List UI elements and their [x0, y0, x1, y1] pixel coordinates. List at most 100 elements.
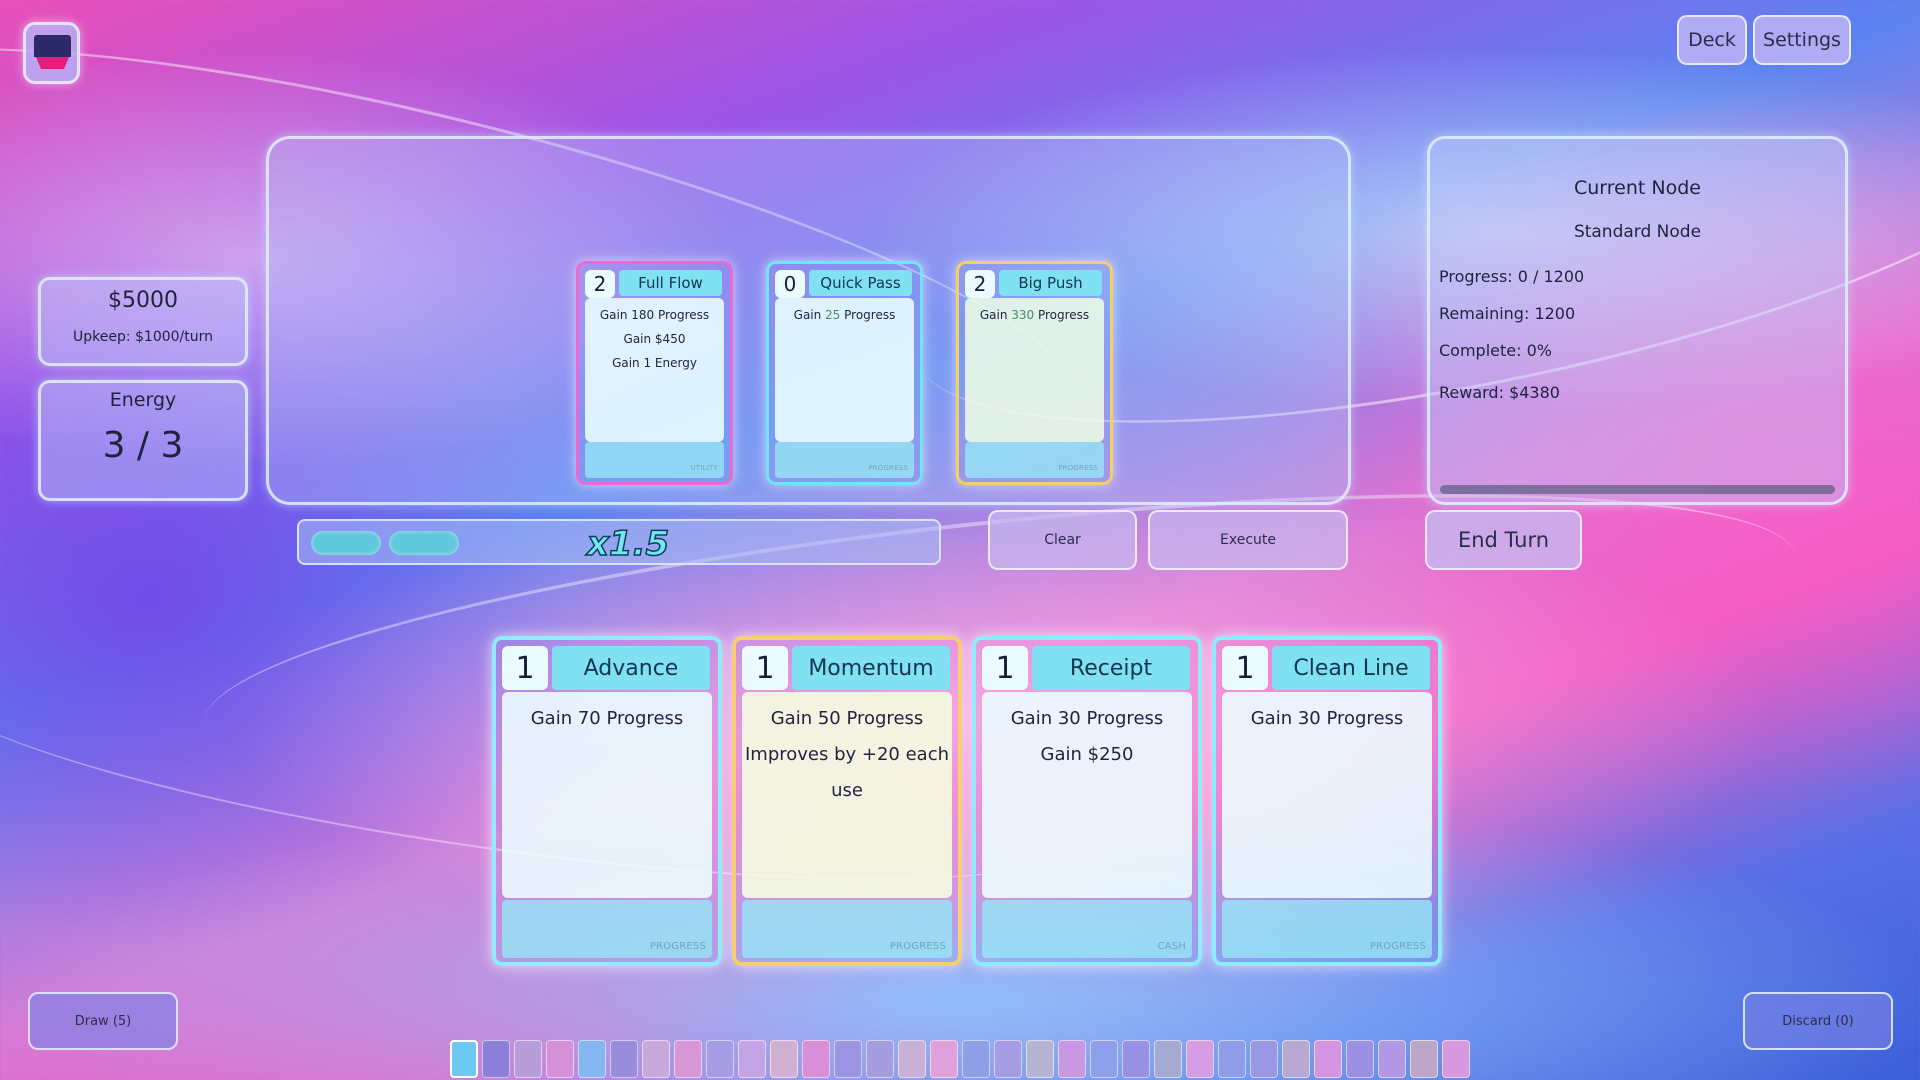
- multiplier-text: x1.5: [586, 523, 670, 565]
- card-cost: 1: [742, 646, 788, 690]
- settings-button[interactable]: Settings: [1753, 15, 1851, 65]
- card-title: Quick Pass: [809, 270, 912, 296]
- card-title: Advance: [552, 646, 710, 690]
- deck-strip-slot: [962, 1040, 990, 1078]
- card-body: Gain 330 Progress: [965, 298, 1104, 442]
- deck-strip-slot: [994, 1040, 1022, 1078]
- card-type-label: CASH: [1157, 941, 1186, 952]
- deck-strip-slot: [1378, 1040, 1406, 1078]
- deck-strip-slot: [610, 1040, 638, 1078]
- card-body: Gain 180 Progress Gain $450 Gain 1 Energ…: [585, 298, 724, 442]
- deck-strip-slot: [1442, 1040, 1470, 1078]
- card-type-label: PROGRESS: [868, 464, 908, 472]
- played-card-big-push[interactable]: 2 Big Push Gain 330 Progress PROGRESS: [956, 261, 1113, 485]
- laptop-base: [36, 57, 69, 69]
- deck-strip-slot: [1410, 1040, 1438, 1078]
- deck-strip-slot: [1250, 1040, 1278, 1078]
- deck-strip-slot: [1090, 1040, 1118, 1078]
- hand-card-momentum[interactable]: 1 Momentum Gain 50 Progress Improves by …: [732, 636, 962, 966]
- node-reward: Reward: $4380: [1439, 383, 1560, 402]
- hand-card-receipt[interactable]: 1 Receipt Gain 30 Progress Gain $250 CAS…: [972, 636, 1202, 966]
- card-effect: Gain 70 Progress: [530, 708, 684, 729]
- card-effect: Improves by +20 each: [744, 744, 950, 765]
- card-type-label: PROGRESS: [649, 941, 706, 952]
- deck-strip-slot: [930, 1040, 958, 1078]
- money-panel: $5000 Upkeep: $1000/turn: [38, 277, 248, 366]
- end-turn-button[interactable]: End Turn: [1425, 510, 1582, 570]
- card-type-label: PROGRESS: [1058, 464, 1098, 472]
- deck-strip-slot: [642, 1040, 670, 1078]
- deck-strip-slot: [674, 1040, 702, 1078]
- card-title: Receipt: [1032, 646, 1190, 690]
- card-type-label: PROGRESS: [1369, 941, 1426, 952]
- card-body: Gain 50 Progress Improves by +20 each us…: [742, 692, 952, 898]
- card-title: Full Flow: [619, 270, 722, 296]
- node-type: Standard Node: [1573, 222, 1702, 242]
- card-title: Clean Line: [1272, 646, 1430, 690]
- card-body: Gain 30 Progress Gain $250: [982, 692, 1192, 898]
- draw-pile-button[interactable]: Draw (5): [28, 992, 178, 1050]
- deck-strip-slot: [738, 1040, 766, 1078]
- deck-strip-slot: [546, 1040, 574, 1078]
- card-title: Big Push: [999, 270, 1102, 296]
- execute-button[interactable]: Execute: [1148, 510, 1348, 570]
- hand-card-advance[interactable]: 1 Advance Gain 70 Progress PROGRESS: [492, 636, 722, 966]
- combo-multiplier-bar: x1.5: [297, 519, 941, 565]
- card-footer: PROGRESS: [502, 900, 712, 958]
- card-footer: PROGRESS: [742, 900, 952, 958]
- deck-button[interactable]: Deck: [1677, 15, 1747, 65]
- deck-strip-slot: [866, 1040, 894, 1078]
- current-node-panel: Current Node Standard Node Progress: 0 /…: [1427, 136, 1848, 505]
- card-effect: Gain 25 Progress: [793, 308, 896, 322]
- node-complete: Complete: 0%: [1439, 341, 1552, 360]
- card-effect: Gain 30 Progress: [1250, 708, 1404, 729]
- card-effect: Gain $450: [623, 332, 686, 346]
- card-type-label: UTILITY: [690, 464, 718, 472]
- hand-card-clean-line[interactable]: 1 Clean Line Gain 30 Progress PROGRESS: [1212, 636, 1442, 966]
- discard-pile-button[interactable]: Discard (0): [1743, 992, 1893, 1050]
- laptop-icon[interactable]: [23, 22, 80, 84]
- deck-strip-slot: [1026, 1040, 1054, 1078]
- deck-strip-slot: [1346, 1040, 1374, 1078]
- card-cost: 1: [1222, 646, 1268, 690]
- card-type-label: PROGRESS: [889, 941, 946, 952]
- deck-strip: [450, 1040, 1470, 1078]
- card-effect: Gain 330 Progress: [979, 308, 1090, 322]
- card-body: Gain 70 Progress: [502, 692, 712, 898]
- card-effect: Gain 180 Progress: [599, 308, 710, 322]
- card-footer: CASH: [982, 900, 1192, 958]
- deck-strip-slot: [770, 1040, 798, 1078]
- card-effect: Gain 50 Progress: [770, 708, 924, 729]
- deck-strip-slot: [1122, 1040, 1150, 1078]
- deck-strip-slot: [1282, 1040, 1310, 1078]
- played-card-quick-pass[interactable]: 0 Quick Pass Gain 25 Progress PROGRESS: [766, 261, 923, 485]
- deck-strip-slot: [1218, 1040, 1246, 1078]
- energy-value: 3 / 3: [102, 425, 184, 466]
- card-cost: 2: [585, 270, 615, 298]
- clear-button[interactable]: Clear: [988, 510, 1137, 570]
- laptop-screen: [34, 35, 71, 57]
- card-effect: Gain 30 Progress: [1010, 708, 1164, 729]
- deck-strip-slot: [514, 1040, 542, 1078]
- card-body: Gain 25 Progress: [775, 298, 914, 442]
- card-footer: UTILITY: [585, 442, 724, 478]
- deck-strip-slot: [706, 1040, 734, 1078]
- deck-strip-slot: [834, 1040, 862, 1078]
- combo-pill: [311, 531, 381, 555]
- card-footer: PROGRESS: [1222, 900, 1432, 958]
- combo-pill: [389, 531, 459, 555]
- deck-strip-slot: [1186, 1040, 1214, 1078]
- energy-label: Energy: [109, 389, 177, 411]
- card-effect: use: [831, 780, 863, 801]
- energy-panel: Energy 3 / 3: [38, 380, 248, 501]
- card-effect: Gain 1 Energy: [612, 356, 697, 370]
- card-cost: 0: [775, 270, 805, 298]
- deck-strip-slot: [1314, 1040, 1342, 1078]
- card-cost: 2: [965, 270, 995, 298]
- card-footer: PROGRESS: [965, 442, 1104, 478]
- node-remaining: Remaining: 1200: [1439, 304, 1576, 323]
- deck-strip-slot: [578, 1040, 606, 1078]
- card-cost: 1: [982, 646, 1028, 690]
- played-card-full-flow[interactable]: 2 Full Flow Gain 180 Progress Gain $450 …: [576, 261, 733, 485]
- node-progress: Progress: 0 / 1200: [1439, 267, 1585, 286]
